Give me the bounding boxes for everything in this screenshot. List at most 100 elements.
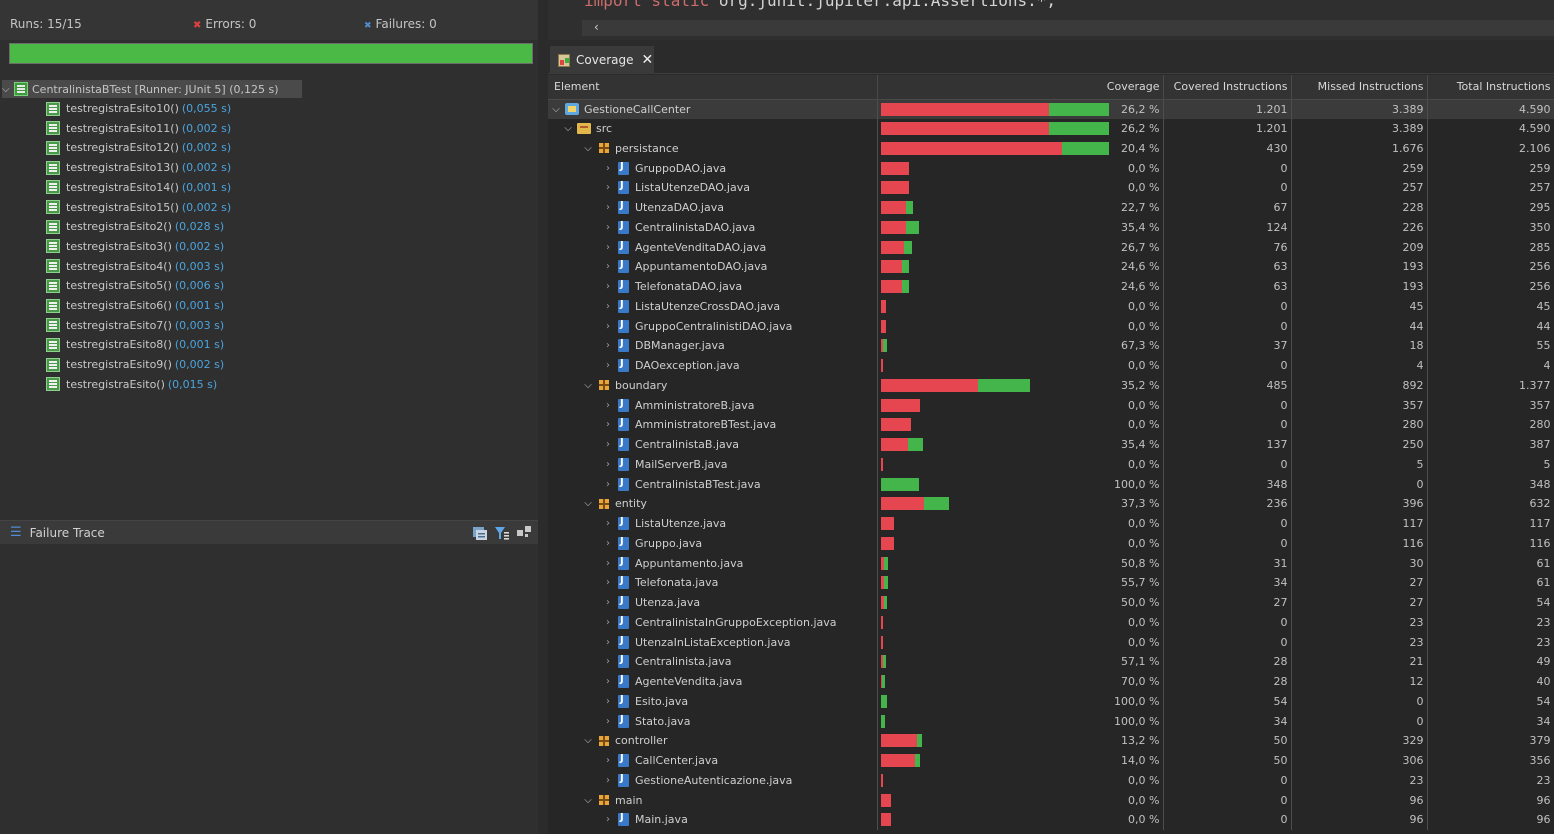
scroll-left-icon[interactable]: ‹ — [594, 20, 599, 34]
element-cell[interactable]: › CentralinistaDAO.java — [548, 217, 878, 238]
chevron-right-icon[interactable]: › — [602, 518, 614, 529]
chevron-right-icon[interactable]: › — [602, 814, 614, 825]
coverage-row[interactable]: › CentralinistaB.java 35,4 %137250387 — [548, 434, 1554, 455]
element-cell[interactable]: › TelefonataDAO.java — [548, 276, 878, 297]
coverage-row[interactable]: ›GestioneAutenticazione.java0,0 %02323 — [548, 770, 1554, 791]
coverage-row[interactable]: › AgenteVendita.java 70,0 %281240 — [548, 671, 1554, 692]
column-header-coverage[interactable]: Coverage — [877, 75, 1164, 100]
chevron-down-icon[interactable]: ⌵ — [582, 735, 594, 746]
element-cell[interactable]: › MailServerB.java — [548, 454, 878, 475]
coverage-row[interactable]: ›AmministratoreB.java0,0 %0357357 — [548, 395, 1554, 415]
element-cell[interactable]: › AgenteVendita.java — [548, 671, 878, 692]
element-cell[interactable]: ⌵ controller — [548, 731, 878, 751]
test-case-row[interactable]: testregistraEsito5() (0,006 s) — [46, 276, 224, 295]
element-cell[interactable]: ⌵ persistance — [548, 138, 878, 159]
coverage-row[interactable]: › CentralinistaDAO.java 35,4 %124226350 — [548, 217, 1554, 238]
coverage-row[interactable]: › Centralinista.java 57,1 %282149 — [548, 652, 1554, 672]
chevron-right-icon[interactable]: › — [602, 261, 614, 272]
copy-trace-icon[interactable] — [516, 525, 532, 541]
coverage-row[interactable]: ›GruppoDAO.java0,0 %0259259 — [548, 158, 1554, 178]
test-case-row[interactable]: testregistraEsito15() (0,002 s) — [46, 198, 231, 217]
coverage-row[interactable]: ⌵ boundary 35,2 % 485 892 1.377 — [548, 375, 1554, 396]
coverage-row[interactable]: ⌵ persistance 20,4 % 430 1.676 2.106 — [548, 138, 1554, 159]
chevron-right-icon[interactable]: › — [602, 637, 614, 648]
chevron-right-icon[interactable]: › — [602, 242, 614, 253]
coverage-row[interactable]: › AppuntamentoDAO.java 24,6 %63193256 — [548, 257, 1554, 277]
element-cell[interactable]: ⌵ GestioneCallCenter — [548, 99, 878, 119]
chevron-right-icon[interactable]: › — [602, 775, 614, 786]
chevron-right-icon[interactable]: › — [602, 182, 614, 193]
chevron-right-icon[interactable]: › — [602, 755, 614, 766]
element-cell[interactable]: › AmministratoreB.java — [548, 395, 878, 415]
chevron-right-icon[interactable]: › — [602, 163, 614, 174]
code-editor[interactable]: import static org.junit.jupiter.api.Asse… — [548, 0, 1554, 40]
element-cell[interactable]: › Telefonata.java — [548, 573, 878, 593]
coverage-row[interactable]: › DBManager.java 67,3 %371855 — [548, 336, 1554, 356]
test-case-row[interactable]: testregistraEsito10() (0,055 s) — [46, 99, 231, 118]
test-case-row[interactable]: testregistraEsito8() (0,001 s) — [46, 335, 224, 354]
coverage-row[interactable]: ›Gruppo.java0,0 %0116116 — [548, 533, 1554, 554]
coverage-table[interactable]: Element Coverage Covered Instructions Mi… — [548, 75, 1554, 834]
chevron-right-icon[interactable]: › — [602, 439, 614, 450]
coverage-row[interactable]: ⌵ src 26,2 % 1.201 3.389 4.590 — [548, 118, 1554, 139]
element-cell[interactable]: › UtenzaDAO.java — [548, 197, 878, 218]
test-case-row[interactable]: testregistraEsito12() (0,002 s) — [46, 138, 231, 157]
coverage-row[interactable]: ›MailServerB.java0,0 %055 — [548, 454, 1554, 475]
view-splitter[interactable] — [538, 0, 548, 834]
coverage-row[interactable]: › UtenzaDAO.java 22,7 %67228295 — [548, 197, 1554, 218]
element-cell[interactable]: › CallCenter.java — [548, 750, 878, 771]
coverage-row[interactable]: ›Main.java0,0 %09696 — [548, 810, 1554, 830]
element-cell[interactable]: ⌵ src — [548, 118, 878, 139]
coverage-row[interactable]: ›Esito.java100,0 %54054 — [548, 691, 1554, 712]
element-cell[interactable]: › Esito.java — [548, 691, 878, 712]
test-case-row[interactable]: testregistraEsito6() (0,001 s) — [46, 296, 224, 315]
chevron-right-icon[interactable]: › — [602, 676, 614, 687]
coverage-row[interactable]: ›GruppoCentralinistiDAO.java0,0 %04444 — [548, 316, 1554, 336]
coverage-row[interactable]: ›ListaUtenzeCrossDAO.java0,0 %04545 — [548, 296, 1554, 317]
test-case-row[interactable]: testregistraEsito4() (0,003 s) — [46, 257, 224, 276]
chevron-right-icon[interactable]: › — [602, 696, 614, 707]
chevron-down-icon[interactable]: ⌵ — [582, 380, 594, 391]
test-case-row[interactable]: testregistraEsito2() (0,028 s) — [46, 217, 224, 236]
element-cell[interactable]: › ListaUtenzeDAO.java — [548, 178, 878, 198]
coverage-row[interactable]: › CallCenter.java 14,0 %50306356 — [548, 750, 1554, 771]
coverage-row[interactable]: ›CentralinistaBTest.java100,0 %3480348 — [548, 474, 1554, 494]
chevron-down-icon[interactable]: ⌵ — [562, 123, 574, 134]
close-icon[interactable]: ✕ — [642, 52, 654, 68]
chevron-right-icon[interactable]: › — [602, 400, 614, 411]
filter-stack-trace-icon[interactable] — [494, 525, 510, 541]
chevron-right-icon[interactable]: › — [602, 459, 614, 470]
test-tree[interactable]: ⌵ CentralinistaBTest [Runner: JUnit 5] (… — [0, 78, 538, 518]
test-case-row[interactable]: testregistraEsito7() (0,003 s) — [46, 316, 224, 335]
coverage-row[interactable]: › Appuntamento.java 50,8 %313061 — [548, 553, 1554, 573]
element-cell[interactable]: › ListaUtenze.java — [548, 513, 878, 534]
chevron-down-icon[interactable]: ⌵ — [582, 498, 594, 509]
chevron-right-icon[interactable]: › — [602, 340, 614, 351]
element-cell[interactable]: › Centralinista.java — [548, 652, 878, 672]
test-suite-row[interactable]: ⌵ CentralinistaBTest [Runner: JUnit 5] (… — [2, 80, 302, 98]
chevron-right-icon[interactable]: › — [602, 281, 614, 292]
chevron-down-icon[interactable]: ⌵ — [550, 104, 562, 115]
coverage-row[interactable]: › AgenteVenditaDAO.java 26,7 %76209285 — [548, 237, 1554, 257]
test-case-row[interactable]: testregistraEsito14() (0,001 s) — [46, 178, 231, 197]
coverage-row[interactable]: ⌵ entity 37,3 % 236 396 632 — [548, 494, 1554, 514]
coverage-row[interactable]: ›DAOexception.java0,0 %044 — [548, 355, 1554, 376]
element-cell[interactable]: › AmministratoreBTest.java — [548, 415, 878, 435]
chevron-right-icon[interactable]: › — [602, 597, 614, 608]
element-cell[interactable]: ⌵ boundary — [548, 375, 878, 396]
chevron-down-icon[interactable]: ⌵ — [582, 795, 594, 806]
coverage-row[interactable]: ›ListaUtenze.java0,0 %0117117 — [548, 513, 1554, 534]
element-cell[interactable]: › UtenzaInListaException.java — [548, 632, 878, 652]
column-header-total-instructions[interactable]: Total Instructions — [1427, 75, 1554, 100]
element-cell[interactable]: › GestioneAutenticazione.java — [548, 770, 878, 791]
chevron-right-icon[interactable]: › — [602, 222, 614, 233]
test-case-row[interactable]: testregistraEsito3() (0,002 s) — [46, 237, 224, 256]
compare-results-icon[interactable] — [472, 525, 488, 541]
chevron-right-icon[interactable]: › — [602, 716, 614, 727]
element-cell[interactable]: › Utenza.java — [548, 592, 878, 613]
element-cell[interactable]: › Gruppo.java — [548, 533, 878, 554]
element-cell[interactable]: ⌵ main — [548, 790, 878, 810]
test-case-row[interactable]: testregistraEsito11() (0,002 s) — [46, 119, 231, 138]
chevron-right-icon[interactable]: › — [602, 577, 614, 588]
element-cell[interactable]: › CentralinistaInGruppoException.java — [548, 612, 878, 633]
